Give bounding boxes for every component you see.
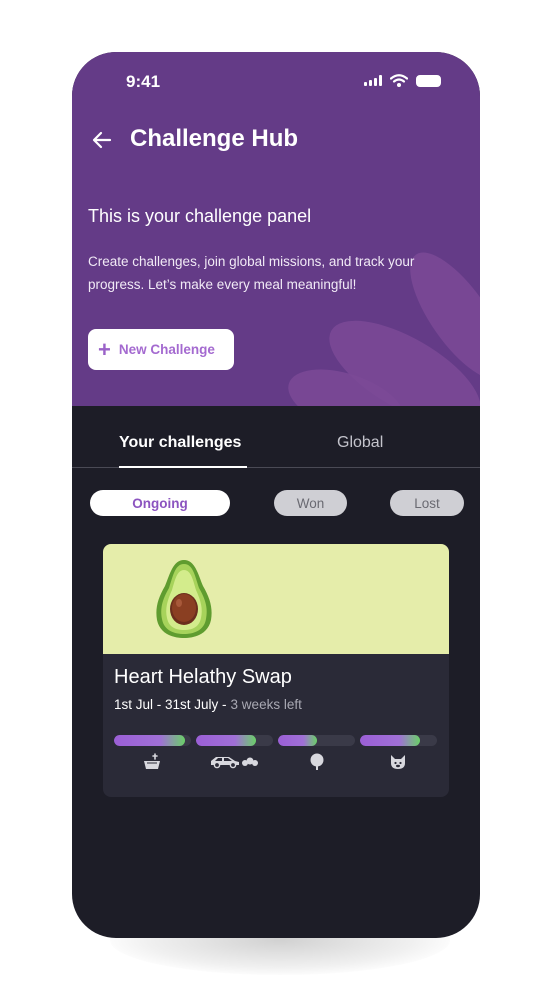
date-range: 1st Jul - 31st July -: [114, 697, 227, 712]
status-time: 9:41: [126, 72, 161, 91]
progress-bar-tree: [278, 735, 355, 746]
panel-description: Create challenges, join global missions,…: [88, 254, 415, 292]
active-tab-indicator: [119, 466, 247, 468]
progress-fill: [196, 735, 257, 746]
challenge-image: [103, 544, 449, 654]
new-challenge-button[interactable]: + New Challenge: [88, 329, 234, 370]
filter-lost[interactable]: Lost: [390, 490, 464, 516]
signal-icon: [364, 75, 382, 86]
tab-global[interactable]: Global: [337, 434, 383, 452]
filter-won[interactable]: Won: [274, 490, 347, 516]
animal-icon: [391, 755, 405, 769]
progress-bar-water: [114, 735, 191, 746]
status-icons: [364, 74, 441, 87]
phone-frame: 9:41 Challenge Hub This is your challeng…: [72, 52, 480, 938]
tab-your-challenges[interactable]: Your challenges: [119, 434, 241, 452]
panel-heading: This is your challenge panel: [88, 206, 312, 226]
battery-icon: [416, 74, 441, 87]
water-icon: [144, 753, 160, 769]
wifi-icon: [390, 74, 408, 87]
new-challenge-label: New Challenge: [118, 342, 215, 357]
avocado-illustration: [156, 560, 212, 638]
arrow-left-icon[interactable]: [90, 128, 114, 152]
filter-ongoing[interactable]: Ongoing: [90, 490, 230, 516]
progress-fill: [278, 735, 317, 746]
plus-icon: +: [98, 336, 111, 362]
tree-icon: [310, 753, 324, 770]
page-title: Challenge Hub: [130, 125, 299, 152]
progress-fill: [114, 735, 185, 746]
progress-bar-animal: [360, 735, 437, 746]
challenge-title: Heart Helathy Swap: [114, 666, 292, 688]
time-left: 3 weeks left: [230, 697, 302, 712]
progress-fill: [360, 735, 421, 746]
tab-bar: Your challenges Global: [72, 418, 480, 468]
header-panel: 9:41 Challenge Hub This is your challeng…: [72, 52, 480, 406]
progress-bar-car: [196, 735, 273, 746]
car-icon: [211, 757, 258, 769]
challenge-dates: 1st Jul - 31st July -3 weeks left: [114, 697, 302, 712]
challenge-card[interactable]: Heart Helathy Swap 1st Jul - 31st July -…: [103, 544, 449, 797]
